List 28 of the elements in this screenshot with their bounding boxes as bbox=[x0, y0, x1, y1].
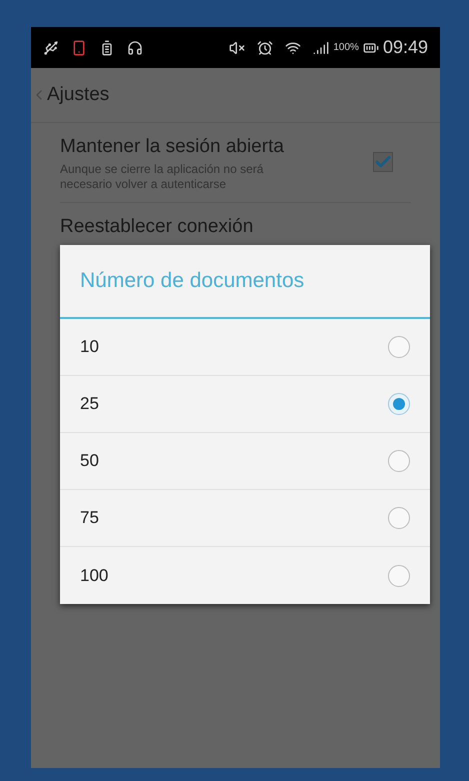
battery-percent: 100% bbox=[333, 41, 359, 55]
option-label: 75 bbox=[80, 507, 100, 530]
wifi-icon bbox=[285, 40, 302, 56]
checkbox[interactable] bbox=[373, 152, 393, 172]
option-label: 10 bbox=[80, 336, 100, 358]
option-item[interactable]: 25 bbox=[60, 376, 430, 433]
radio-button[interactable] bbox=[388, 564, 410, 586]
option-item[interactable]: 10 bbox=[60, 319, 430, 376]
option-label: 100 bbox=[80, 564, 110, 587]
action-bar-title: Ajustes bbox=[47, 82, 110, 107]
option-label: 50 bbox=[80, 450, 100, 472]
option-label: 25 bbox=[80, 393, 100, 416]
radio-button[interactable] bbox=[388, 336, 410, 358]
option-item[interactable]: 100 bbox=[60, 547, 430, 604]
setting-title: Reestablecer conexión bbox=[60, 214, 254, 238]
radio-button[interactable] bbox=[388, 393, 410, 415]
option-item[interactable]: 75 bbox=[60, 490, 430, 547]
radio-button[interactable] bbox=[388, 507, 410, 529]
signal-icon bbox=[313, 40, 330, 56]
clock-time: 09:49 bbox=[382, 36, 428, 59]
option-item[interactable]: 50 bbox=[60, 433, 430, 490]
alarm-icon bbox=[257, 40, 274, 56]
radio-button[interactable] bbox=[388, 450, 410, 472]
dialog-title: Número de documentos bbox=[80, 268, 304, 294]
mute-icon bbox=[229, 40, 246, 56]
setting-title: Mantener la sesión abierta bbox=[60, 135, 285, 159]
usb-icon bbox=[43, 40, 59, 56]
headphones-icon bbox=[127, 40, 143, 56]
